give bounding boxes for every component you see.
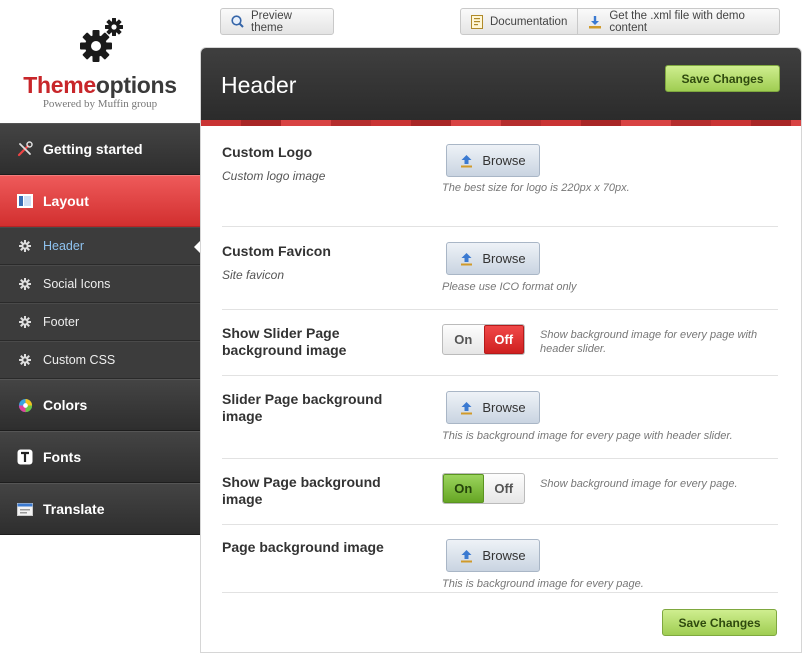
browse-label: Browse (482, 251, 526, 266)
sidebar-item-label: Social Icons (43, 277, 111, 291)
settings-panel: Header Save Changes Custom Logo Custom l… (200, 47, 802, 653)
sidebar-item-label: Colors (43, 397, 88, 413)
demo-content-label: Get the .xml file with demo content (609, 9, 745, 34)
sidebar-item-label: Translate (43, 501, 105, 517)
field-label: Show Slider Page background image (222, 325, 347, 358)
browse-label: Browse (482, 400, 526, 415)
sidebar-item-label: Footer (43, 315, 80, 329)
demo-content-button[interactable]: Get the .xml file with demo content (577, 9, 779, 34)
field-label: Show Page background image (222, 474, 381, 507)
field-description: Custom logo image (222, 169, 326, 183)
field-hint: Please use ICO format only (442, 281, 577, 293)
sidebar-item-getting-started[interactable]: Getting started (0, 123, 200, 175)
sidebar: Themeoptions Powered by Muffin group Get… (0, 0, 201, 662)
color-wheel-icon (17, 397, 33, 413)
browse-page-bg-button[interactable]: Browse (446, 539, 540, 572)
field-label: Custom Favicon (222, 243, 331, 259)
slider-bg-toggle[interactable]: On Off (442, 324, 525, 355)
field-hint: This is background image for every page. (442, 578, 644, 590)
toggle-on-option[interactable]: On (443, 474, 484, 503)
browse-label: Browse (482, 153, 526, 168)
panel-title: Header (221, 72, 297, 98)
toggle-off-option[interactable]: Off (484, 474, 525, 503)
sidebar-item-label: Header (43, 239, 84, 253)
document-icon (471, 14, 483, 29)
brand-name-part1: Theme (23, 72, 96, 98)
brand-wordmark: Themeoptions (0, 72, 200, 99)
field-description: Site favicon (222, 268, 285, 282)
toggle-off-option[interactable]: Off (483, 325, 524, 354)
upload-icon (460, 252, 473, 266)
panel-stripe (201, 120, 801, 126)
sidebar-item-label: Custom CSS (43, 353, 116, 367)
sidebar-item-colors[interactable]: Colors (0, 379, 200, 431)
field-label: Custom Logo (222, 144, 313, 160)
save-changes-button-bottom[interactable]: Save Changes (662, 609, 777, 636)
sidebar-item-translate[interactable]: Translate (0, 483, 200, 535)
font-icon (17, 449, 33, 465)
toggle-on-option[interactable]: On (443, 325, 484, 354)
field-hint: The best size for logo is 220px x 70px. (442, 182, 630, 194)
sidebar-item-label: Getting started (43, 141, 143, 157)
upload-icon (460, 549, 473, 563)
sidebar-item-layout[interactable]: Layout (0, 175, 200, 227)
brand-tagline: Powered by Muffin group (42, 98, 158, 110)
field-hint: Show background image for every page. (540, 478, 738, 490)
documentation-label: Documentation (490, 15, 568, 28)
sidebar-item-custom-css[interactable]: Custom CSS (0, 341, 200, 379)
sidebar-item-footer[interactable]: Footer (0, 303, 200, 341)
gear-icon (19, 240, 33, 252)
sidebar-item-fonts[interactable]: Fonts (0, 431, 200, 483)
field-label: Slider Page background image (222, 391, 383, 424)
gear-icon (19, 316, 33, 328)
sidebar-item-header[interactable]: Header (0, 227, 201, 265)
panel-header: Header Save Changes (201, 48, 801, 120)
sidebar-item-label: Fonts (43, 449, 82, 465)
browse-slider-bg-button[interactable]: Browse (446, 391, 540, 424)
field-show-slider-bg: Show Slider Page background image On Off… (222, 310, 778, 376)
preview-theme-label: Preview theme (251, 9, 292, 34)
download-icon (588, 15, 602, 29)
field-show-page-bg: Show Page background image On Off Show b… (222, 459, 778, 525)
field-hint: This is background image for every page … (442, 430, 733, 442)
gears-icon (80, 18, 123, 62)
magnifier-icon (231, 15, 244, 28)
translate-icon (17, 501, 33, 517)
gear-icon (19, 278, 33, 290)
browse-favicon-button[interactable]: Browse (446, 242, 540, 275)
sidebar-item-label: Layout (43, 193, 89, 209)
brand-logo: Themeoptions Powered by Muffin group (0, 0, 200, 123)
brand-name-part2: options (95, 72, 177, 98)
preview-theme-button[interactable]: Preview theme (220, 8, 334, 35)
field-page-bg-image: Page background image Browse This is bac… (222, 525, 778, 593)
field-hint: Show background image for every page wit… (540, 329, 758, 355)
upload-icon (460, 154, 473, 168)
upload-icon (460, 401, 473, 415)
layout-icon (17, 193, 33, 209)
field-slider-bg-image: Slider Page background image Browse This… (222, 376, 778, 459)
sidebar-item-social-icons[interactable]: Social Icons (0, 265, 200, 303)
help-button-group: Documentation Get the .xml file with dem… (460, 8, 780, 35)
tools-icon (17, 141, 33, 157)
sidebar-nav: Getting started Layout Header Social Ico… (0, 123, 201, 535)
field-label: Page background image (222, 539, 384, 555)
save-changes-button-top[interactable]: Save Changes (665, 65, 780, 92)
gear-icon (19, 354, 33, 366)
field-custom-favicon: Custom Favicon Site favicon Browse Pleas… (222, 227, 778, 310)
browse-label: Browse (482, 548, 526, 563)
documentation-button[interactable]: Documentation (461, 9, 577, 34)
field-custom-logo: Custom Logo Custom logo image Browse The… (222, 144, 778, 227)
page-bg-toggle[interactable]: On Off (442, 473, 525, 504)
browse-logo-button[interactable]: Browse (446, 144, 540, 177)
